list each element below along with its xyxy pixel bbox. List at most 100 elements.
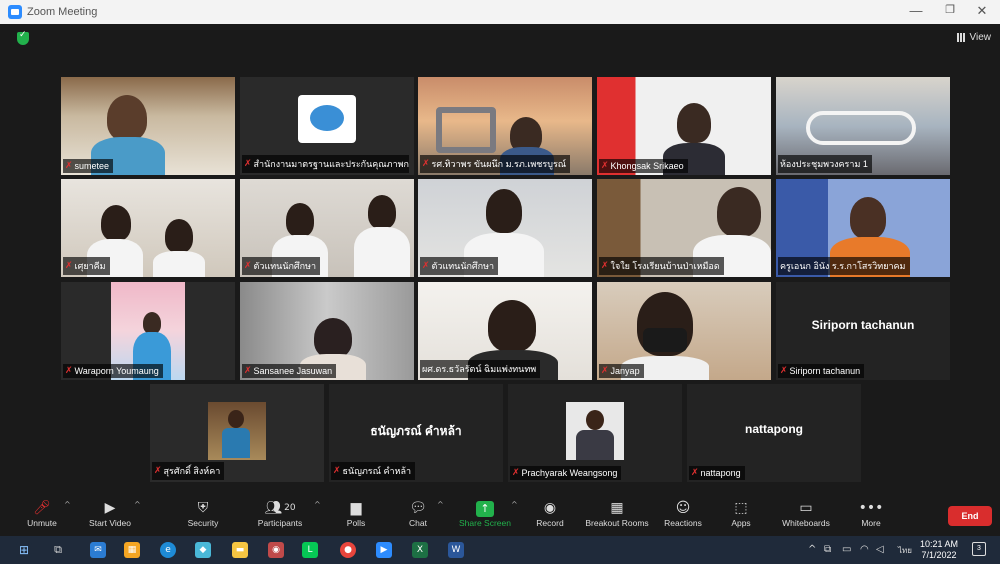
participant-tile[interactable]: ผศ.ดร.ธวัลรัตน์ ฉิมแพ่งทนทพ [418, 282, 592, 380]
security-label: Security [187, 518, 219, 528]
chat-caret-icon[interactable]: ^ [437, 500, 444, 509]
clock[interactable]: 10:21 AM 7/1/2022 [920, 539, 958, 561]
wifi-icon[interactable]: ◠ [860, 544, 869, 555]
excel-icon[interactable]: X [412, 542, 428, 558]
participant-nameplate: ✗ Janyap [599, 364, 644, 378]
word-icon[interactable]: W [448, 542, 464, 558]
participant-nameplate: ✗ สุรศักดิ์ สิงห์คา [152, 462, 225, 480]
active-speaker-tile[interactable]: ครูเอนก อินัง ร.ร.กาโสรวิทยาคม [776, 179, 950, 277]
mic-muted-icon: ✗ [333, 466, 341, 476]
maximize-icon[interactable]: ❐ [940, 3, 960, 16]
tray-app-icon[interactable]: ⧉ [824, 544, 831, 555]
clock-date: 7/1/2022 [921, 550, 957, 560]
chrome-icon[interactable]: ● [340, 542, 356, 558]
app-icon[interactable]: ◆ [195, 542, 211, 558]
language-indicator[interactable]: ไทย [898, 544, 912, 557]
participant-tile[interactable]: ✗สำนักงานมาตรฐานและประกันคุณภาพการ... [240, 77, 414, 175]
mic-muted-icon: ✗ [691, 468, 699, 478]
edge-browser-icon[interactable]: e [160, 542, 176, 558]
mail-icon[interactable]: ✉ [90, 542, 106, 558]
start-video-button[interactable]: ▶ Start Video [80, 498, 140, 528]
participant-tile[interactable]: ✗ ตัวแทนนักศึกษา [240, 179, 414, 277]
participant-count: 20 [284, 503, 296, 513]
notification-center-icon[interactable]: 3 [972, 542, 986, 556]
participant-head [850, 197, 886, 239]
participant-head [717, 187, 761, 237]
participant-tile[interactable]: ✗ sumetee [61, 77, 235, 175]
share-caret-icon[interactable]: ^ [511, 500, 518, 509]
participant-head [286, 203, 314, 237]
zoom-app-icon[interactable]: ▶ [376, 542, 392, 558]
participant-tile[interactable]: ✗ ตัวแทนนักศึกษา [418, 179, 592, 277]
participant-tile[interactable]: ✗ เศุยาคีม [61, 179, 235, 277]
participant-display-name: ธนัญภรณ์ คำหล้า [370, 424, 462, 438]
qa-logo-icon [298, 95, 356, 143]
meeting-area: View ✗sumetee ✗สำนักงานมาตรฐานและประกันค… [0, 24, 1000, 494]
record-button[interactable]: ◉ Record [520, 498, 580, 528]
tray-chevron-icon[interactable]: ^ [808, 544, 816, 555]
share-screen-button[interactable]: ↑ Share Screen [455, 498, 515, 528]
app-icon[interactable]: ◉ [268, 542, 284, 558]
participant-name: Khongsak Srikaeo [610, 161, 684, 171]
apps-button[interactable]: ⬚ Apps [711, 498, 771, 528]
participant-nameplate: ✗ Siriporn tachanun [778, 364, 865, 378]
meeting-toolbar: 🎤︎ Unmute ^ ▶ Start Video ^ ⛨ Security 👥… [0, 494, 1000, 536]
participant-tile[interactable]: ✗ Janyap [597, 282, 771, 380]
security-button[interactable]: ⛨ Security [173, 498, 233, 528]
participant-tile[interactable]: nattapong ✗ nattapong [687, 384, 861, 482]
participant-tile[interactable]: ✗ Sansanee Jasuwan [240, 282, 414, 380]
line-app-icon[interactable]: L [302, 542, 318, 558]
end-meeting-button[interactable]: End [948, 506, 992, 526]
breakout-rooms-button[interactable]: ▦ Breakout Rooms [583, 498, 651, 528]
task-view-icon[interactable]: ⧉ [50, 542, 66, 558]
polls-icon: ▆ [350, 500, 362, 516]
participant-head [486, 189, 522, 233]
encryption-shield-icon[interactable] [17, 30, 29, 45]
participant-tile[interactable]: ✗ Waraporn Youmaung [61, 282, 235, 380]
participant-tile[interactable]: ธนัญภรณ์ คำหล้า ✗ ธนัญภรณ์ คำหล้า [329, 384, 503, 482]
whiteboards-button[interactable]: ▭ Whiteboards [776, 498, 836, 528]
mic-muted-icon: ✗ [65, 261, 73, 271]
volume-icon[interactable]: ◁ [876, 544, 884, 555]
conference-table-shape [806, 111, 916, 145]
video-options-caret-icon[interactable]: ^ [134, 500, 141, 509]
participant-tile[interactable]: ห้องประชุมพวงคราม 1 [776, 77, 950, 175]
minimize-icon[interactable]: — [906, 3, 926, 18]
more-button[interactable]: ••• More [841, 498, 901, 528]
battery-icon[interactable]: ▭ [842, 544, 851, 555]
mic-muted-icon: ✗ [244, 159, 252, 169]
participant-tile[interactable]: ✗ สุรศักดิ์ สิงห์คา [150, 384, 324, 482]
mic-muted-icon: ✗ [422, 261, 430, 271]
unmute-button[interactable]: 🎤︎ Unmute [12, 498, 72, 528]
participant-tile[interactable]: ✗ Prachyarak Weangsong [508, 384, 682, 482]
participant-head [143, 312, 161, 334]
more-label: More [861, 518, 881, 528]
participants-icon: 👥︎ 20 [264, 500, 296, 516]
record-label: Record [536, 518, 564, 528]
calendar-icon[interactable]: ▦ [124, 542, 140, 558]
whiteboard-icon: ▭ [799, 500, 813, 516]
participant-name: Siriporn tachanun [789, 366, 861, 376]
participant-head [677, 103, 711, 143]
participant-tile[interactable]: ✗ ใจใย โรงเรียนบ้านป่าเหมือด [597, 179, 771, 277]
view-button[interactable]: View [956, 32, 991, 43]
participants-button[interactable]: 👥︎ 20 Participants [250, 498, 310, 528]
participant-tile[interactable]: ✗ Khongsak Srikaeo [597, 77, 771, 175]
file-explorer-icon[interactable]: ▬ [232, 542, 248, 558]
participant-head [165, 219, 193, 253]
audio-options-caret-icon[interactable]: ^ [64, 500, 71, 509]
reactions-button[interactable]: ☺ Reactions [653, 498, 713, 528]
participant-name: ตัวแทนนักศึกษา [253, 261, 317, 271]
close-icon[interactable]: ✕ [972, 3, 992, 19]
mic-muted-icon: ✗ [780, 366, 788, 376]
windows-start-icon[interactable]: ⊞ [16, 542, 32, 558]
reactions-smiley-icon: ☺ [675, 500, 691, 516]
participant-body [153, 251, 205, 277]
participants-caret-icon[interactable]: ^ [314, 500, 321, 509]
polls-button[interactable]: ▆ Polls [326, 498, 386, 528]
participant-nameplate: ✗ Khongsak Srikaeo [599, 159, 688, 173]
participant-head [368, 195, 396, 229]
participant-name: ครูเอนก อินัง ร.ร.กาโสรวิทยาคม [780, 261, 906, 271]
participant-tile[interactable]: ✗ รศ.ทิวาพร ขันผนึก ม.รภ.เพชรบูรณ์ [418, 77, 592, 175]
participant-tile[interactable]: Siriporn tachanun ✗ Siriporn tachanun [776, 282, 950, 380]
